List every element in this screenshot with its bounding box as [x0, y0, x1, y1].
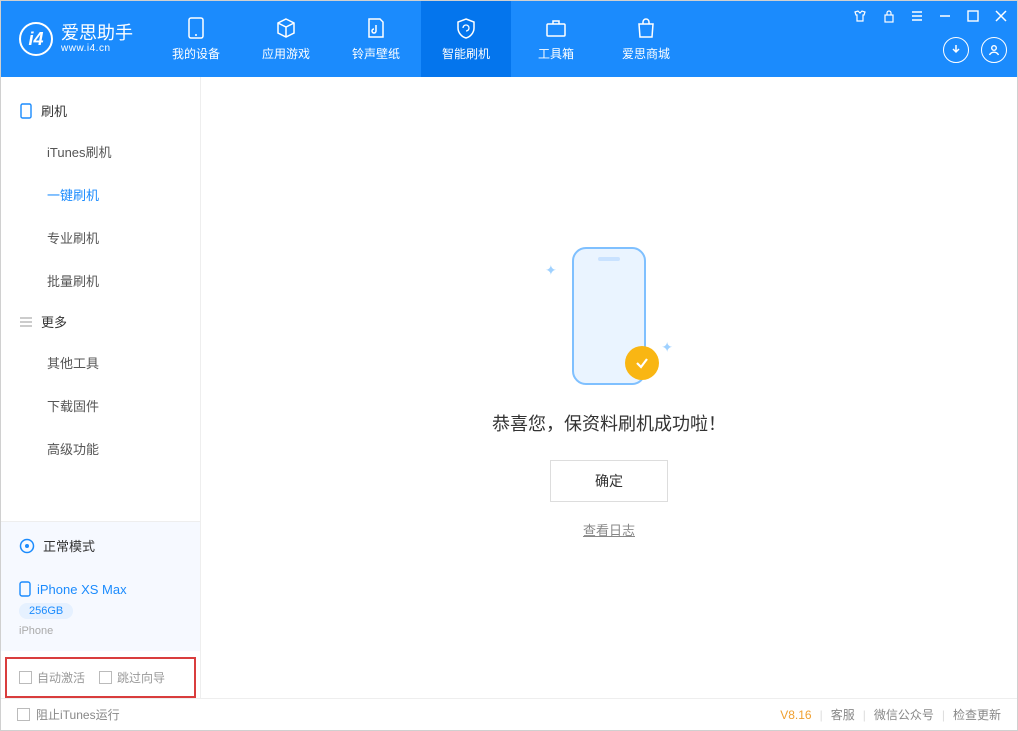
shield-refresh-icon [453, 17, 479, 39]
sidebar-item-advanced[interactable]: 高级功能 [1, 427, 200, 470]
ok-button[interactable]: 确定 [550, 460, 668, 502]
device-mode-row[interactable]: 正常模式 [1, 522, 200, 569]
shirt-icon[interactable] [853, 9, 867, 23]
music-file-icon [363, 17, 389, 39]
sparkle-icon: ✦ [661, 339, 673, 356]
tab-label: 爱思商城 [622, 45, 670, 62]
wechat-link[interactable]: 微信公众号 [874, 706, 934, 723]
device-storage-badge: 256GB [19, 603, 73, 619]
lock-icon[interactable] [883, 9, 895, 23]
checkbox-skip-guide[interactable]: 跳过向导 [99, 669, 165, 686]
tab-ringtones[interactable]: 铃声壁纸 [331, 1, 421, 77]
flash-options-highlight: 自动激活 跳过向导 [5, 657, 196, 698]
sidebar-item-onekey-flash[interactable]: 一键刷机 [1, 173, 200, 216]
device-type-label: iPhone [19, 625, 182, 637]
window-controls [853, 9, 1007, 23]
cube-icon [273, 17, 299, 39]
close-button[interactable] [995, 10, 1007, 22]
download-button[interactable] [943, 37, 969, 63]
sparkle-icon: ✦ [545, 262, 557, 279]
maximize-button[interactable] [967, 10, 979, 22]
checkbox-block-itunes[interactable]: 阻止iTunes运行 [17, 706, 120, 723]
tab-my-device[interactable]: 我的设备 [151, 1, 241, 77]
user-button[interactable] [981, 37, 1007, 63]
view-log-link[interactable]: 查看日志 [583, 520, 635, 539]
tab-store[interactable]: 爱思商城 [601, 1, 691, 77]
tab-label: 我的设备 [172, 45, 220, 62]
mode-icon [19, 538, 35, 554]
briefcase-icon [543, 17, 569, 39]
app-logo: i4 爱思助手 www.i4.cn [1, 22, 151, 56]
tab-label: 工具箱 [538, 45, 574, 62]
device-info[interactable]: iPhone XS Max 256GB iPhone [1, 569, 200, 651]
phone-small-icon [19, 581, 31, 597]
tab-smart-flash[interactable]: 智能刷机 [421, 1, 511, 77]
support-link[interactable]: 客服 [831, 706, 855, 723]
logo-icon: i4 [19, 22, 53, 56]
app-title: 爱思助手 [61, 24, 133, 44]
tab-apps[interactable]: 应用游戏 [241, 1, 331, 77]
device-icon [19, 104, 33, 118]
success-check-icon [625, 346, 659, 380]
tab-label: 铃声壁纸 [352, 45, 400, 62]
main-tabs: 我的设备 应用游戏 铃声壁纸 智能刷机 工具箱 爱思商城 [151, 1, 691, 77]
device-mode-label: 正常模式 [43, 536, 95, 555]
app-subtitle: www.i4.cn [61, 43, 133, 54]
sidebar: 刷机 iTunes刷机 一键刷机 专业刷机 批量刷机 更多 其他工具 下载固件 … [1, 77, 201, 698]
check-update-link[interactable]: 检查更新 [953, 706, 1001, 723]
status-bar: 阻止iTunes运行 V8.16 | 客服 | 微信公众号 | 检查更新 [1, 698, 1017, 730]
sidebar-item-download-firmware[interactable]: 下载固件 [1, 384, 200, 427]
sidebar-item-other-tools[interactable]: 其他工具 [1, 341, 200, 384]
success-message: 恭喜您，保资料刷机成功啦！ [492, 410, 726, 436]
device-name-label: iPhone XS Max [37, 582, 127, 597]
sidebar-group-flash: 刷机 [1, 91, 200, 130]
bag-icon [633, 17, 659, 39]
tab-label: 应用游戏 [262, 45, 310, 62]
version-label: V8.16 [780, 708, 811, 722]
phone-icon [183, 17, 209, 39]
minimize-button[interactable] [939, 10, 951, 22]
app-header: i4 爱思助手 www.i4.cn 我的设备 应用游戏 铃声壁纸 智能刷机 工具… [1, 1, 1017, 77]
menu-icon[interactable] [911, 10, 923, 22]
list-icon [19, 315, 33, 329]
success-illustration: ✦ ✦ [519, 236, 699, 396]
sidebar-item-pro-flash[interactable]: 专业刷机 [1, 216, 200, 259]
sidebar-group-more: 更多 [1, 302, 200, 341]
sidebar-item-itunes-flash[interactable]: iTunes刷机 [1, 130, 200, 173]
tab-toolbox[interactable]: 工具箱 [511, 1, 601, 77]
checkbox-auto-activate[interactable]: 自动激活 [19, 669, 85, 686]
tab-label: 智能刷机 [442, 45, 490, 62]
sidebar-item-batch-flash[interactable]: 批量刷机 [1, 259, 200, 302]
main-content: ✦ ✦ 恭喜您，保资料刷机成功啦！ 确定 查看日志 [201, 77, 1017, 698]
